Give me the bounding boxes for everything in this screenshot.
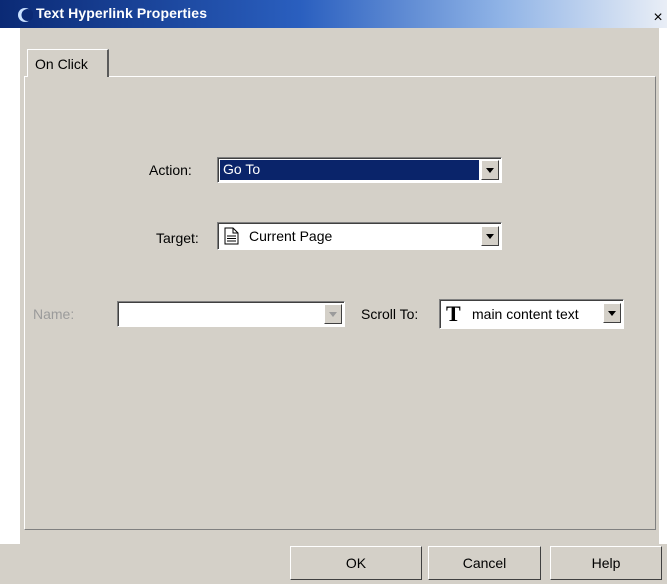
tab-on-click[interactable]: On Click — [27, 49, 109, 77]
window-frame-right — [659, 28, 667, 544]
window-frame-left — [0, 28, 20, 544]
window-title: Text Hyperlink Properties — [36, 5, 208, 21]
name-dropdown[interactable] — [117, 301, 345, 327]
chevron-down-icon[interactable] — [324, 304, 342, 324]
app-crescent-icon — [18, 8, 33, 22]
action-dropdown[interactable]: Go To — [217, 157, 502, 183]
ok-button[interactable]: OK — [290, 546, 422, 580]
page-icon — [224, 227, 239, 245]
target-value: Current Page — [249, 228, 333, 244]
text-T-icon: T — [446, 301, 461, 326]
help-button[interactable]: Help — [550, 546, 662, 580]
title-bar: Text Hyperlink Properties × — [0, 0, 667, 28]
close-button[interactable]: × — [649, 10, 667, 26]
scroll-to-value: main content text — [472, 306, 579, 322]
tab-label: On Click — [35, 56, 88, 72]
action-value: Go To — [223, 161, 261, 177]
on-click-panel: Action: Go To Target: Current Page Name:… — [24, 76, 656, 530]
chevron-down-icon[interactable] — [481, 226, 499, 246]
target-label: Target: — [156, 230, 199, 246]
action-label: Action: — [149, 162, 192, 178]
chevron-down-icon[interactable] — [603, 303, 621, 323]
cancel-button[interactable]: Cancel — [428, 546, 541, 580]
name-label: Name: — [33, 306, 75, 322]
chevron-down-icon[interactable] — [481, 160, 499, 180]
scroll-to-dropdown[interactable]: T main content text — [439, 299, 624, 329]
scroll-to-label: Scroll To: — [361, 306, 419, 322]
action-selection: Go To — [220, 160, 479, 180]
target-dropdown[interactable]: Current Page — [217, 222, 502, 250]
